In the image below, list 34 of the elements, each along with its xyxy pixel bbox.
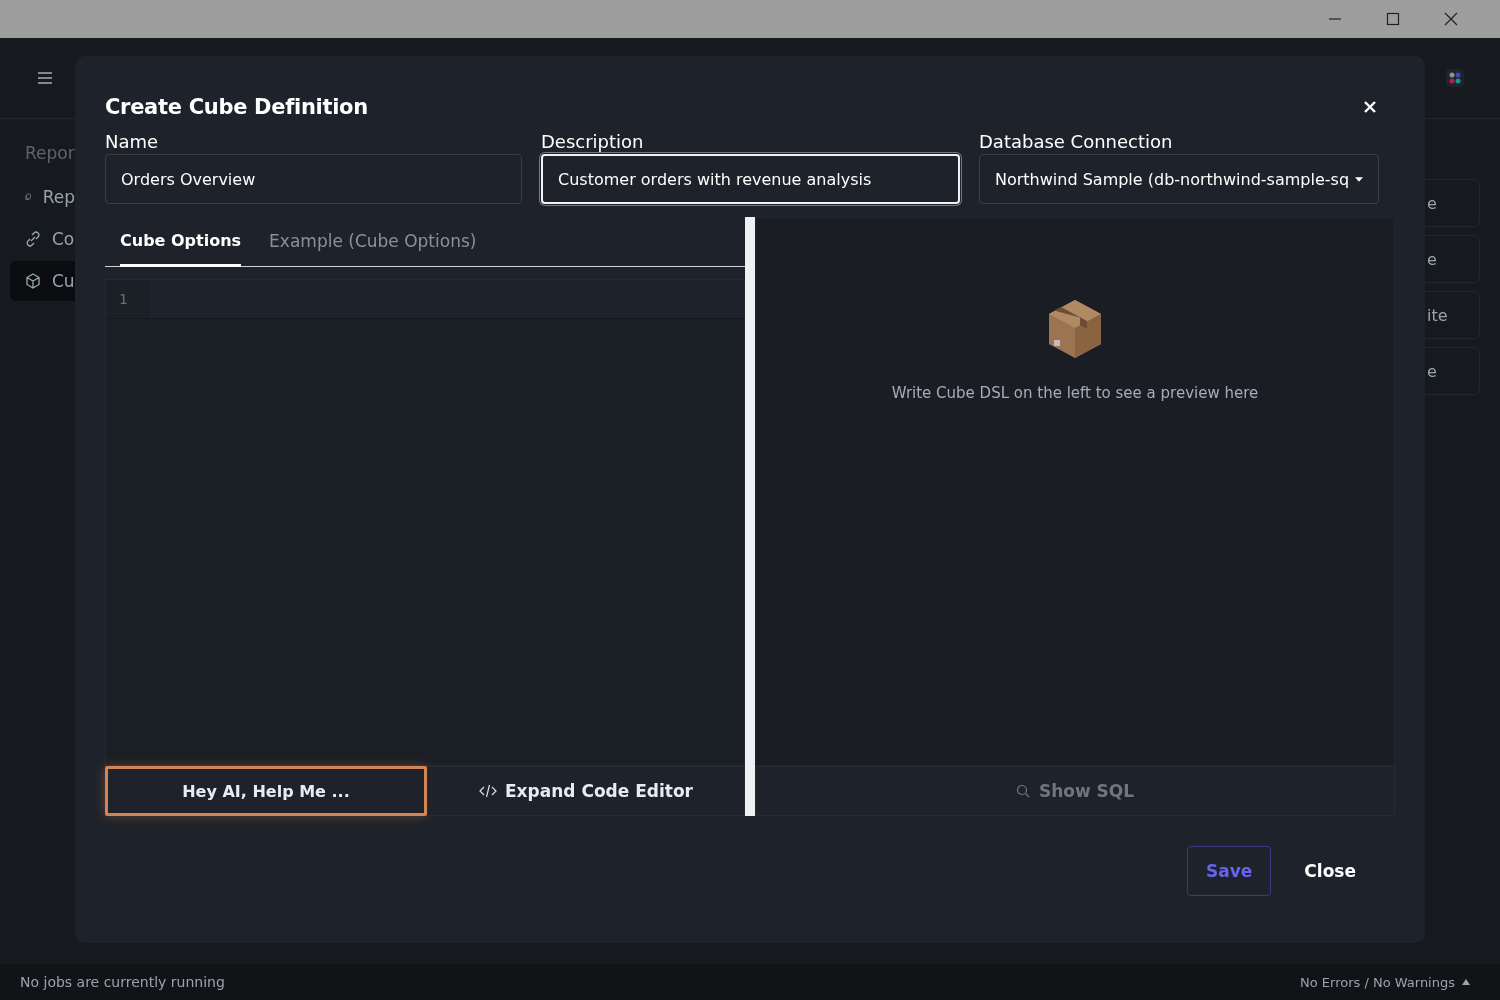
field-label: Database Connection	[979, 130, 1174, 154]
sidebar-item[interactable]: Rep	[10, 177, 75, 217]
close-button[interactable]: Close	[1285, 846, 1375, 896]
cube-icon	[25, 273, 41, 289]
select-field[interactable]: Northwind Sample (db-northwind-sample-sq	[979, 154, 1379, 204]
close-icon[interactable]	[1444, 12, 1458, 26]
expand-editor-button[interactable]: Expand Code Editor	[427, 766, 745, 816]
caret-up-icon	[1462, 979, 1470, 985]
tab[interactable]: Example (Cube Options)	[269, 217, 477, 267]
code-icon	[479, 784, 497, 798]
status-text: No jobs are currently running	[20, 974, 225, 990]
line-number: 1	[106, 280, 150, 318]
app-logo-icon[interactable]	[1446, 69, 1464, 87]
sidebar-item[interactable]: Co	[10, 219, 75, 259]
link-icon	[25, 231, 41, 247]
menu-icon[interactable]	[38, 72, 52, 84]
search-icon	[1015, 784, 1030, 798]
dialog-title: Create Cube Definition	[105, 95, 368, 119]
splitter-handle[interactable]	[745, 217, 755, 816]
sidebar-heading: Repor	[24, 143, 75, 165]
sidebar-item[interactable]: Cu	[10, 261, 75, 301]
package-icon	[1047, 298, 1103, 360]
status-toggle[interactable]: No Errors / No Warnings	[1300, 974, 1470, 990]
field-label: Description	[541, 130, 645, 154]
ai-help-button[interactable]: Hey AI, Help Me ...	[105, 766, 427, 816]
preview-hint: Write Cube DSL on the left to see a preview here	[891, 384, 1259, 402]
tab[interactable]: Cube Options	[120, 217, 242, 267]
maximize-icon[interactable]	[1386, 12, 1400, 26]
field-label: Name	[105, 130, 160, 154]
caret-down-icon	[1355, 176, 1363, 182]
save-button[interactable]: Save	[1187, 846, 1272, 896]
dots-icon	[1448, 71, 1462, 85]
input-field[interactable]: Orders Overview	[105, 154, 522, 204]
input-field[interactable]: Customer orders with revenue analysis	[541, 154, 960, 204]
